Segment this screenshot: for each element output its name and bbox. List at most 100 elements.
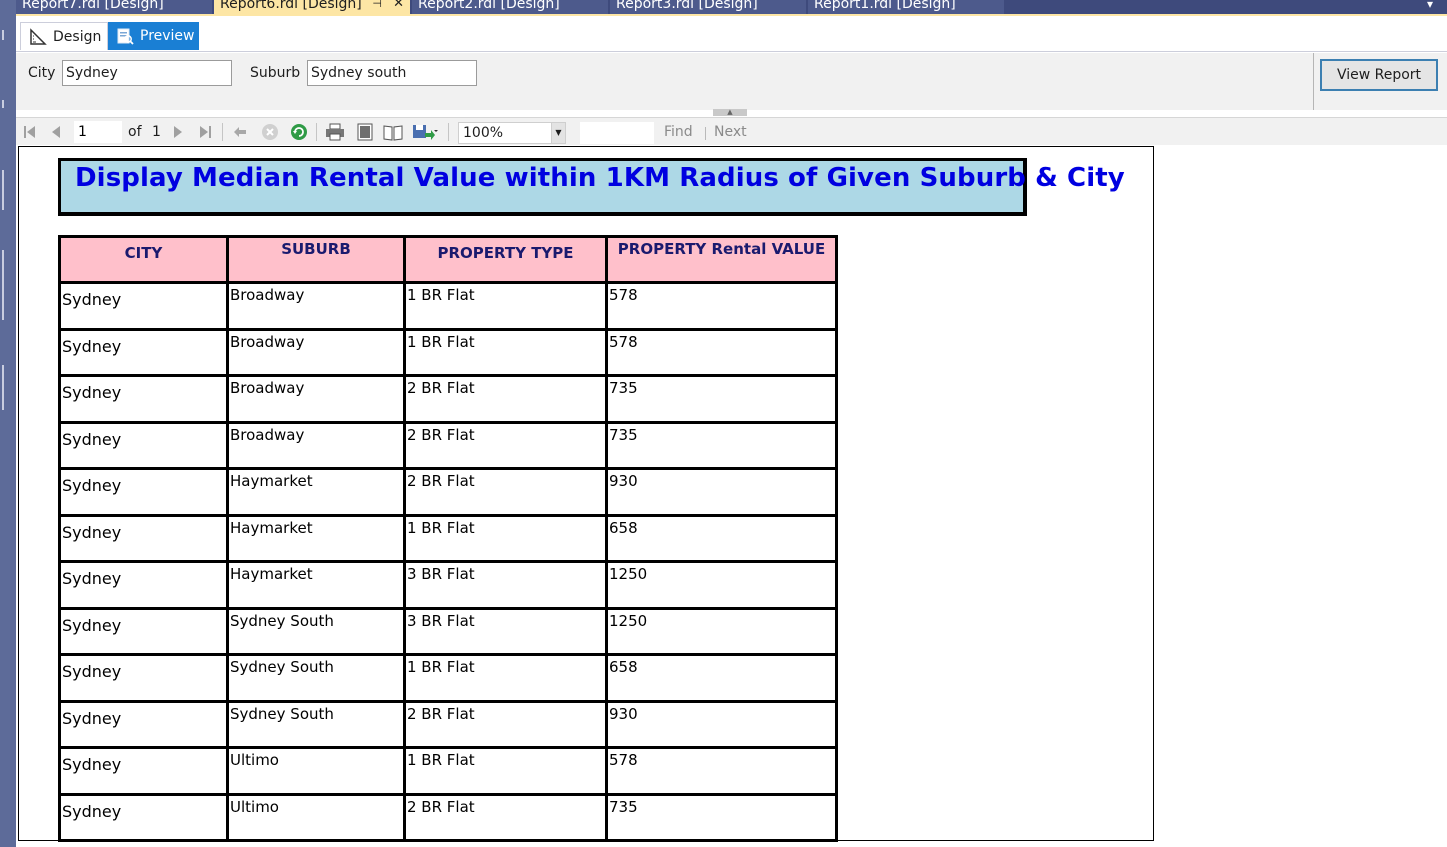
suburb-label: Suburb [250, 65, 301, 81]
export-icon[interactable] [411, 122, 439, 142]
tab-design[interactable]: Design [20, 22, 108, 50]
city-field[interactable] [62, 60, 232, 86]
tab-preview[interactable]: Preview [108, 22, 199, 50]
collapse-parameters-handle[interactable]: ▲ [713, 109, 747, 116]
cell-suburb: Broadway [226, 281, 406, 331]
column-header-rental-value: PROPERTY Rental VALUE [605, 235, 838, 284]
side-tool-tab[interactable] [2, 100, 4, 108]
side-tool-tab[interactable] [2, 170, 4, 210]
doc-tab-report7[interactable]: Report7.rdl [Design] [16, 0, 212, 14]
side-tool-tab[interactable] [2, 250, 4, 320]
table-row: Sydney Ultimo 2 BR Flat 735 [58, 792, 838, 842]
cell-suburb: Haymarket [226, 467, 406, 517]
cell-rental-value: 658 [605, 653, 838, 703]
report-title: Display Median Rental Value within 1KM R… [75, 163, 1125, 193]
cell-suburb: Haymarket [226, 560, 406, 610]
cell-rental-value: 658 [605, 513, 838, 563]
city-label: City [28, 65, 56, 81]
doc-tab-report3[interactable]: Report3.rdl [Design] [610, 0, 806, 14]
close-icon[interactable]: ✕ [393, 0, 404, 10]
cell-property-type: 3 BR Flat [403, 560, 608, 610]
chevron-down-icon[interactable]: ▾ [1427, 0, 1433, 11]
column-header-suburb: SUBURB [226, 235, 406, 284]
table-row: Sydney Haymarket 3 BR Flat 1250 [58, 560, 838, 610]
report-toolbar: of 1 100% ▼ [16, 117, 1447, 145]
report-panel: Design Preview City Suburb View Report ▲… [16, 14, 1447, 847]
cell-property-type: 2 BR Flat [403, 792, 608, 842]
print-icon[interactable] [324, 122, 346, 142]
mode-tab-bar: Design Preview [16, 18, 1447, 52]
page-number-input[interactable] [74, 121, 122, 143]
document-tab-bar: Report7.rdl [Design] Report6.rdl [Design… [16, 0, 1447, 14]
report-title-box: Display Median Rental Value within 1KM R… [58, 158, 1125, 216]
parameter-divider [1313, 53, 1314, 110]
last-page-icon[interactable] [196, 122, 214, 142]
zoom-value: 100% [463, 125, 504, 141]
cell-property-type: 1 BR Flat [403, 327, 608, 377]
cell-property-type: 2 BR Flat [403, 420, 608, 470]
side-tool-tab[interactable] [2, 30, 4, 40]
zoom-select[interactable]: 100% ▼ [458, 122, 566, 144]
next-link[interactable]: Next [714, 124, 747, 140]
cell-rental-value: 735 [605, 420, 838, 470]
column-header-city: CITY [58, 235, 229, 284]
previous-page-icon[interactable] [48, 122, 64, 142]
report-viewport[interactable]: Display Median Rental Value within 1KM R… [16, 146, 1447, 847]
pin-icon[interactable]: ⊣ [372, 0, 382, 9]
cell-rental-value: 578 [605, 327, 838, 377]
suburb-field[interactable] [307, 60, 477, 86]
cell-suburb: Ultimo [226, 792, 406, 842]
find-input[interactable] [580, 122, 654, 144]
doc-tab-report6[interactable]: Report6.rdl [Design] ⊣ ✕ [214, 0, 410, 14]
cell-suburb: Sydney South [226, 653, 406, 703]
side-tool-tab[interactable] [2, 365, 4, 410]
stop-icon[interactable] [260, 122, 280, 142]
cell-rental-value: 930 [605, 699, 838, 749]
cell-city: Sydney [58, 746, 229, 796]
refresh-icon[interactable] [289, 122, 309, 142]
cell-suburb: Broadway [226, 327, 406, 377]
table-row: Sydney Haymarket 1 BR Flat 658 [58, 513, 838, 563]
doc-tab-report2[interactable]: Report2.rdl [Design] [412, 0, 608, 14]
cell-city: Sydney [58, 792, 229, 842]
first-page-icon[interactable] [22, 122, 38, 142]
cell-rental-value: 1250 [605, 560, 838, 610]
cell-rental-value: 735 [605, 374, 838, 424]
toolbar-separator [448, 123, 449, 141]
design-ruler-icon [29, 27, 47, 46]
doc-tab-report1[interactable]: Report1.rdl [Design] [808, 0, 1004, 14]
cell-property-type: 1 BR Flat [403, 746, 608, 796]
back-icon[interactable] [231, 122, 249, 142]
cell-property-type: 2 BR Flat [403, 374, 608, 424]
preview-report-icon [116, 27, 134, 45]
column-header-property-type: PROPERTY TYPE [403, 235, 608, 284]
table-row: Sydney Sydney South 2 BR Flat 930 [58, 699, 838, 749]
cell-city: Sydney [58, 699, 229, 749]
cell-suburb: Sydney South [226, 699, 406, 749]
report-page: Display Median Rental Value within 1KM R… [18, 146, 1154, 842]
cell-city: Sydney [58, 560, 229, 610]
cell-suburb: Broadway [226, 420, 406, 470]
doc-tab-label: Report7.rdl [Design] [22, 0, 164, 12]
chevron-down-icon[interactable]: ▼ [551, 123, 565, 143]
table-row: Sydney Haymarket 2 BR Flat 930 [58, 467, 838, 517]
of-label: of [128, 124, 142, 140]
table-row: Sydney Broadway 2 BR Flat 735 [58, 420, 838, 470]
tab-preview-label: Preview [140, 28, 195, 44]
table-row: Sydney Sydney South 3 BR Flat 1250 [58, 606, 838, 656]
cell-suburb: Ultimo [226, 746, 406, 796]
cell-city: Sydney [58, 327, 229, 377]
print-layout-icon[interactable] [354, 122, 376, 142]
find-link[interactable]: Find [664, 124, 693, 140]
cell-city: Sydney [58, 374, 229, 424]
cell-rental-value: 930 [605, 467, 838, 517]
view-report-button[interactable]: View Report [1320, 59, 1438, 91]
next-page-icon[interactable] [170, 122, 186, 142]
cell-city: Sydney [58, 467, 229, 517]
page-setup-icon[interactable] [382, 122, 404, 142]
rental-table: CITY SUBURB PROPERTY TYPE PROPERTY Renta… [58, 235, 838, 842]
left-side-strip [0, 0, 16, 847]
cell-property-type: 1 BR Flat [403, 513, 608, 563]
cell-property-type: 2 BR Flat [403, 699, 608, 749]
table-row: Sydney Broadway 1 BR Flat 578 [58, 281, 838, 331]
